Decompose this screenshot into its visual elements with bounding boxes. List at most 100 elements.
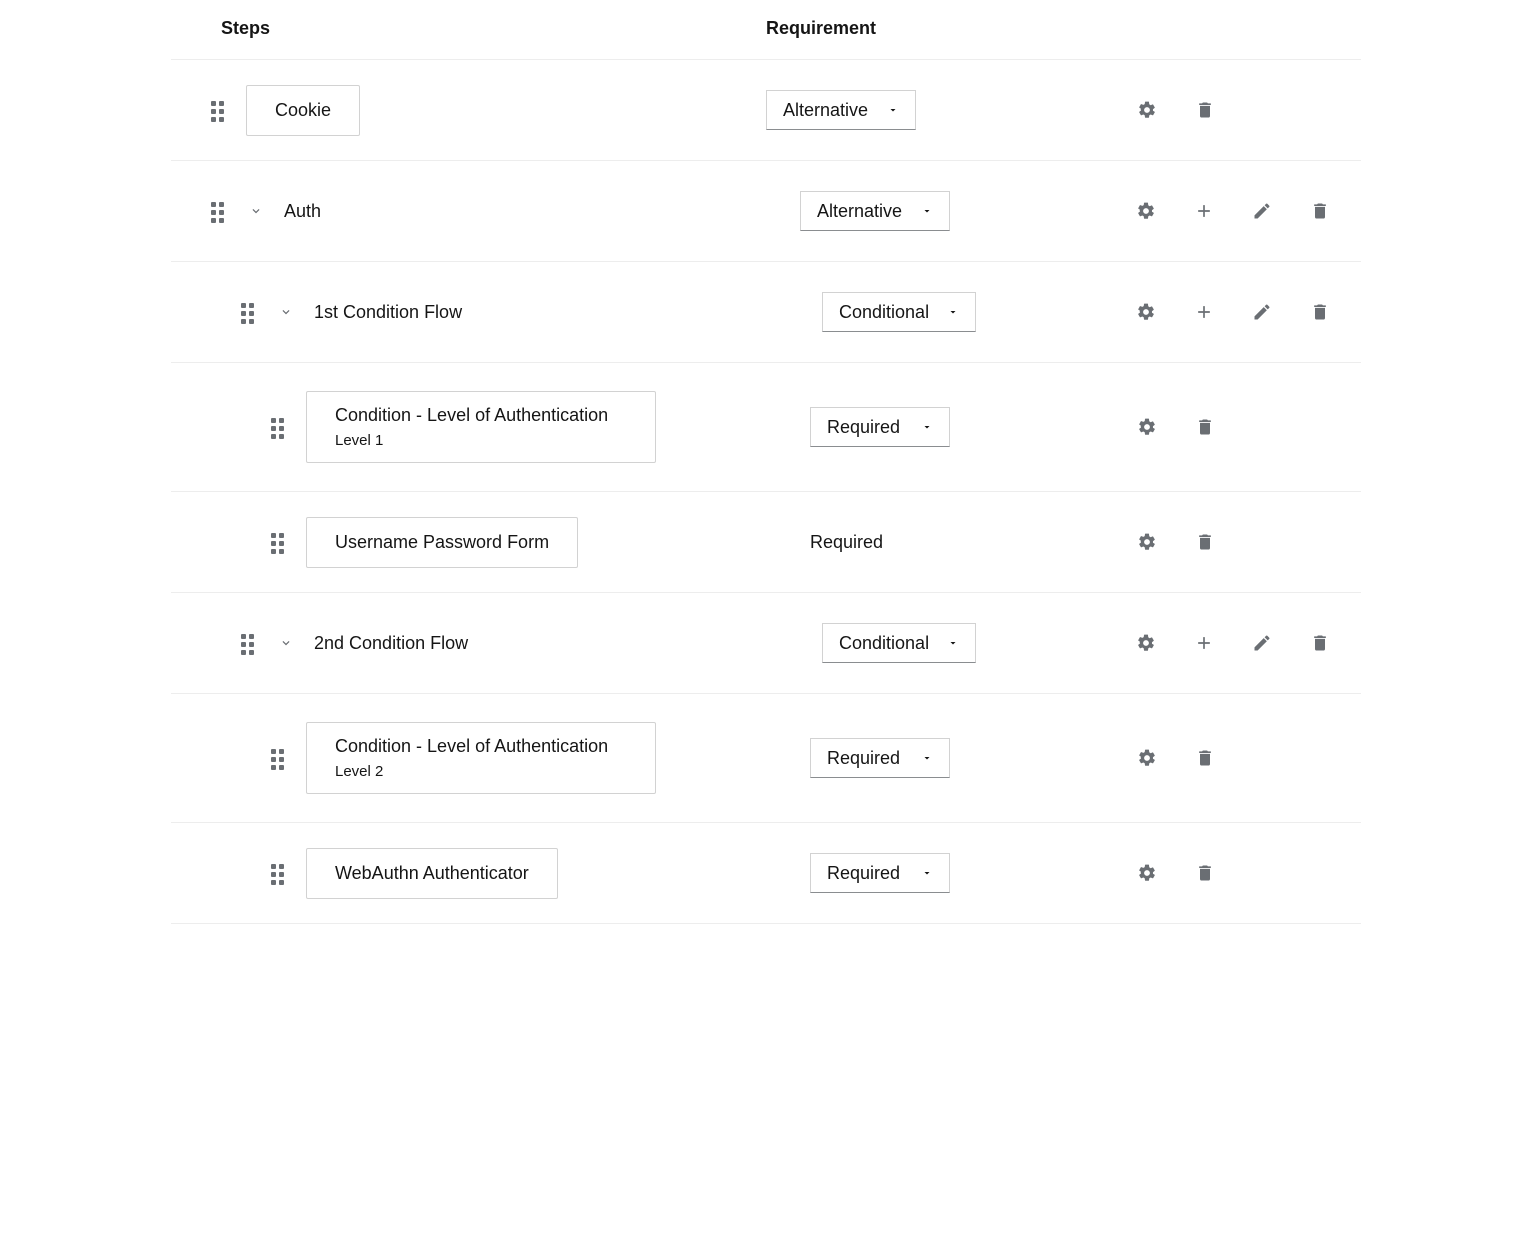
gear-icon [1136, 201, 1156, 221]
drag-handle-icon[interactable] [271, 747, 284, 770]
delete-button[interactable] [1194, 862, 1216, 884]
row-cookie: Cookie Alternative [171, 60, 1361, 160]
settings-button[interactable] [1136, 99, 1158, 121]
settings-button[interactable] [1136, 531, 1158, 553]
pencil-icon [1252, 633, 1272, 653]
edit-button[interactable] [1251, 301, 1273, 323]
requirement-select[interactable]: Required [810, 738, 950, 778]
trash-icon [1310, 201, 1330, 221]
requirement-static: Required [810, 532, 883, 553]
step-box[interactable]: WebAuthn Authenticator [306, 848, 558, 899]
row-2nd-condition-flow: 2nd Condition Flow Conditional [171, 593, 1361, 693]
header-requirement: Requirement [766, 18, 1361, 39]
trash-icon [1195, 748, 1215, 768]
plus-icon [1194, 201, 1214, 221]
requirement-select[interactable]: Alternative [766, 90, 916, 130]
flow-name: Auth [284, 201, 321, 222]
step-name: Username Password Form [335, 532, 549, 553]
settings-button[interactable] [1135, 301, 1157, 323]
caret-down-icon [921, 867, 933, 879]
caret-down-icon [921, 205, 933, 217]
drag-handle-icon[interactable] [271, 531, 284, 554]
step-name: WebAuthn Authenticator [335, 863, 529, 884]
edit-button[interactable] [1251, 200, 1273, 222]
requirement-value: Alternative [783, 100, 868, 121]
table-header: Steps Requirement [171, 6, 1361, 60]
requirement-value: Required [827, 417, 900, 438]
row-auth: Auth Alternative [171, 161, 1361, 261]
row-webauthn-authenticator: WebAuthn Authenticator Required [171, 823, 1361, 923]
settings-button[interactable] [1135, 632, 1157, 654]
edit-button[interactable] [1251, 632, 1273, 654]
drag-handle-icon[interactable] [271, 862, 284, 885]
caret-down-icon [887, 104, 899, 116]
add-button[interactable] [1193, 200, 1215, 222]
trash-icon [1195, 532, 1215, 552]
step-subtitle: Level 2 [335, 763, 627, 780]
requirement-select[interactable]: Required [810, 407, 950, 447]
caret-down-icon [921, 752, 933, 764]
gear-icon [1137, 532, 1157, 552]
step-box[interactable]: Username Password Form [306, 517, 578, 568]
add-button[interactable] [1193, 632, 1215, 654]
gear-icon [1136, 302, 1156, 322]
header-steps: Steps [171, 18, 766, 39]
caret-down-icon [947, 637, 959, 649]
drag-handle-icon[interactable] [241, 632, 254, 655]
requirement-select[interactable]: Alternative [800, 191, 950, 231]
add-button[interactable] [1193, 301, 1215, 323]
row-condition-level-1: Condition - Level of Authentication Leve… [171, 363, 1361, 491]
chevron-down-icon [249, 204, 263, 218]
settings-button[interactable] [1136, 416, 1158, 438]
gear-icon [1137, 100, 1157, 120]
drag-handle-icon[interactable] [241, 301, 254, 324]
delete-button[interactable] [1194, 416, 1216, 438]
trash-icon [1195, 100, 1215, 120]
step-name: Cookie [275, 100, 331, 121]
delete-button[interactable] [1194, 531, 1216, 553]
row-1st-condition-flow: 1st Condition Flow Conditional [171, 262, 1361, 362]
caret-down-icon [947, 306, 959, 318]
settings-button[interactable] [1135, 200, 1157, 222]
requirement-value: Alternative [817, 201, 902, 222]
requirement-select[interactable]: Conditional [822, 292, 976, 332]
trash-icon [1310, 302, 1330, 322]
delete-button[interactable] [1309, 200, 1331, 222]
delete-button[interactable] [1309, 632, 1331, 654]
step-name: Condition - Level of Authentication [335, 405, 627, 426]
trash-icon [1310, 633, 1330, 653]
step-box[interactable]: Condition - Level of Authentication Leve… [306, 391, 656, 463]
step-box[interactable]: Cookie [246, 85, 360, 136]
drag-handle-icon[interactable] [271, 416, 284, 439]
settings-button[interactable] [1136, 747, 1158, 769]
plus-icon [1194, 302, 1214, 322]
expand-toggle[interactable] [246, 201, 266, 221]
flow-name: 2nd Condition Flow [314, 633, 468, 654]
delete-button[interactable] [1194, 99, 1216, 121]
expand-toggle[interactable] [276, 633, 296, 653]
trash-icon [1195, 863, 1215, 883]
step-subtitle: Level 1 [335, 432, 627, 449]
row-condition-level-2: Condition - Level of Authentication Leve… [171, 694, 1361, 822]
gear-icon [1137, 417, 1157, 437]
requirement-select[interactable]: Required [810, 853, 950, 893]
row-username-password-form: Username Password Form Required [171, 492, 1361, 592]
flow-name: 1st Condition Flow [314, 302, 462, 323]
requirement-select[interactable]: Conditional [822, 623, 976, 663]
requirement-value: Required [827, 748, 900, 769]
step-box[interactable]: Condition - Level of Authentication Leve… [306, 722, 656, 794]
delete-button[interactable] [1194, 747, 1216, 769]
drag-handle-icon[interactable] [211, 99, 224, 122]
auth-flow-table: Steps Requirement Cookie Alternative [171, 0, 1361, 924]
requirement-value: Conditional [839, 633, 929, 654]
pencil-icon [1252, 302, 1272, 322]
step-name: Condition - Level of Authentication [335, 736, 627, 757]
expand-toggle[interactable] [276, 302, 296, 322]
settings-button[interactable] [1136, 862, 1158, 884]
drag-handle-icon[interactable] [211, 200, 224, 223]
chevron-down-icon [279, 305, 293, 319]
chevron-down-icon [279, 636, 293, 650]
plus-icon [1194, 633, 1214, 653]
gear-icon [1137, 863, 1157, 883]
delete-button[interactable] [1309, 301, 1331, 323]
